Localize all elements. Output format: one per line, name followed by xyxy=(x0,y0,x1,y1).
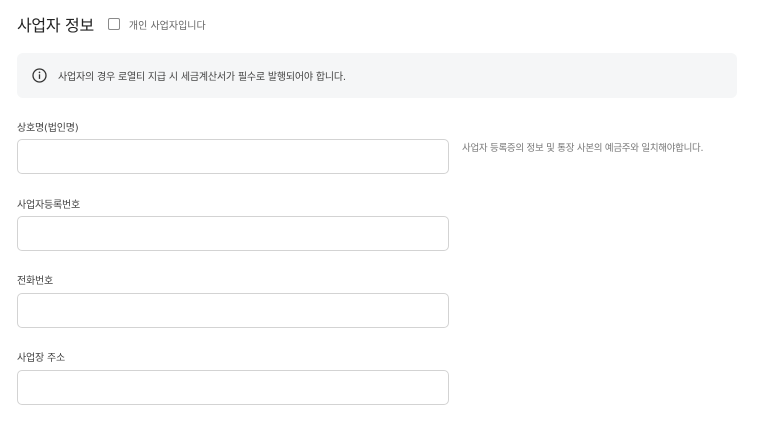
notice-text: 사업자의 경우 로열티 지급 시 세금계산서가 필수로 발행되어야 합니다. xyxy=(58,72,346,83)
business-number-input[interactable] xyxy=(17,216,449,251)
company-name-helper-text: 사업자 등록증의 정보 및 통장 사본의 예금주와 일치해야합니다. xyxy=(462,143,704,154)
address-label: 사업장 주소 xyxy=(17,353,65,364)
phone-input[interactable] xyxy=(17,293,449,328)
section-header: 사업자 정보 개인 사업자입니다 xyxy=(17,12,206,36)
company-name-label: 상호명(법인명) xyxy=(17,123,79,134)
section-title: 사업자 정보 xyxy=(17,16,94,35)
address-input[interactable] xyxy=(17,370,449,405)
notice-banner: 사업자의 경우 로열티 지급 시 세금계산서가 필수로 발행되어야 합니다. xyxy=(17,53,737,98)
company-name-input[interactable] xyxy=(17,139,449,174)
checkbox-box[interactable] xyxy=(107,18,120,30)
info-icon xyxy=(32,68,47,83)
checkbox-label[interactable]: 개인 사업자입니다 xyxy=(129,17,206,32)
phone-label: 전화번호 xyxy=(17,276,53,287)
business-number-label: 사업자등록번호 xyxy=(17,200,80,211)
individual-business-checkbox[interactable]: 개인 사업자입니다 xyxy=(107,17,206,32)
